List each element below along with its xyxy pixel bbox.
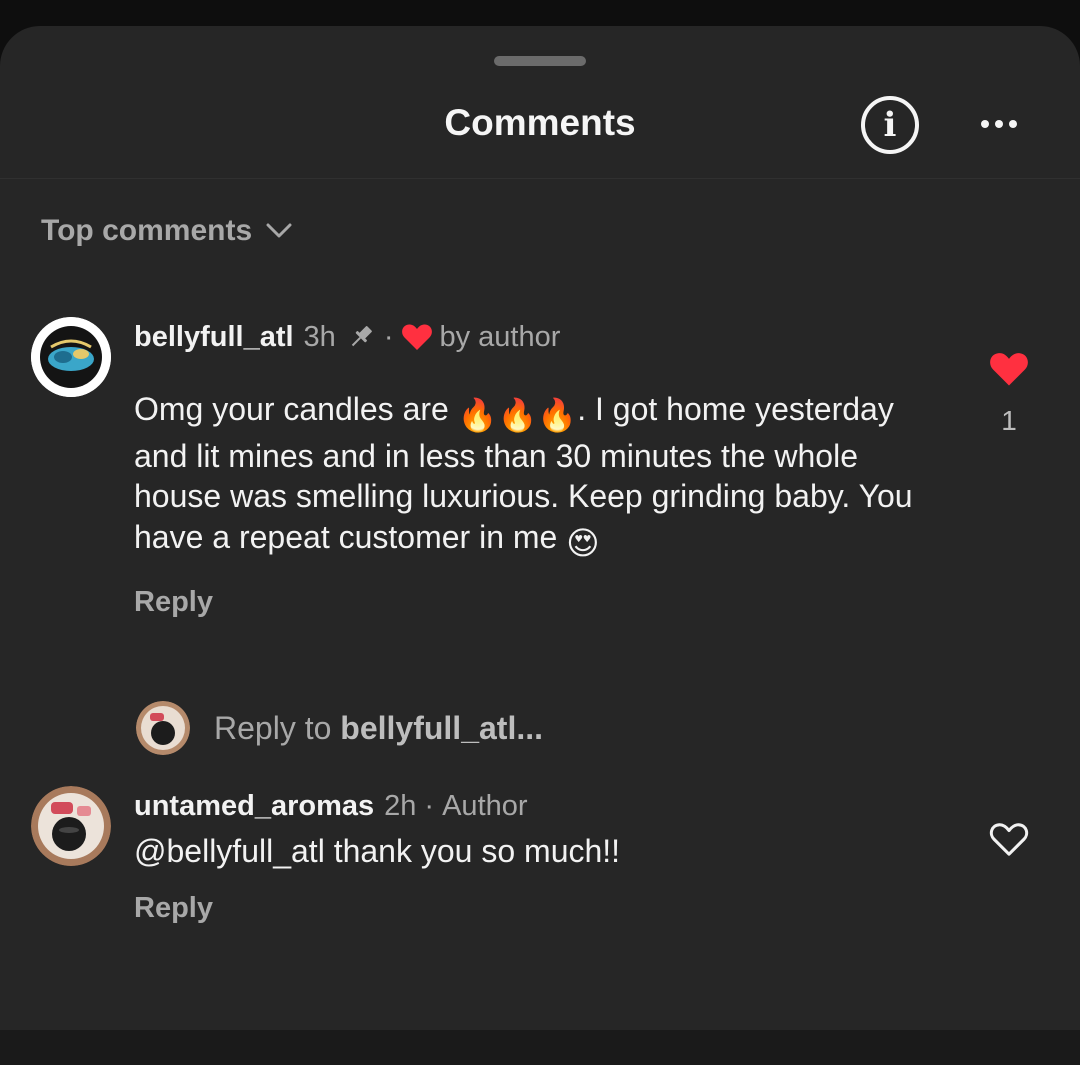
comment-text: @bellyfull_atl thank you so much!! — [134, 833, 621, 869]
heart-icon — [402, 324, 433, 350]
sort-label: Top comments — [41, 214, 253, 247]
timestamp: 3h — [303, 320, 336, 353]
reply-prompt-prefix: Reply to — [214, 709, 341, 746]
liked-by-author-label: by author — [439, 320, 561, 353]
avatar[interactable] — [31, 317, 111, 397]
username[interactable]: untamed_aromas — [134, 790, 374, 823]
username[interactable]: bellyfull_atl — [134, 321, 294, 354]
like-count[interactable]: 1 — [984, 405, 1034, 437]
comments-header: Comments i — [0, 86, 1080, 179]
separator-dot: · — [424, 789, 435, 822]
timestamp: 2h — [384, 789, 417, 822]
like-column: 1 — [984, 350, 1034, 437]
current-user-avatar — [136, 701, 190, 755]
avatar[interactable] — [31, 786, 111, 866]
heart-outline-icon[interactable] — [988, 820, 1030, 858]
fire-emoji: 🔥🔥🔥 — [457, 397, 578, 433]
author-badge: Author — [442, 789, 528, 822]
comment-meta: untamed_aromas 2h · Author — [134, 786, 528, 826]
more-horizontal-icon[interactable] — [974, 106, 1024, 142]
comment-text-part: Omg your candles are — [134, 391, 458, 427]
reply-prompt[interactable]: Reply to bellyfull_atl... — [136, 701, 543, 755]
pin-icon — [351, 326, 372, 347]
separator-dot: · — [383, 320, 394, 353]
chevron-down-icon — [266, 223, 292, 238]
heart-eyes-emoji: 😍 — [566, 524, 600, 561]
reply-button[interactable]: Reply — [134, 892, 213, 925]
drag-handle[interactable] — [494, 56, 586, 66]
comments-sheet: Comments i Top comments bellyfull_atl 3h — [0, 26, 1080, 1030]
bottom-bar — [0, 1030, 1080, 1065]
comment-meta: bellyfull_atl 3h · by author — [134, 317, 560, 357]
reply-prompt-target: bellyfull_atl... — [340, 709, 543, 746]
comment-text: Omg your candles are 🔥🔥🔥. I got home yes… — [134, 389, 954, 563]
sort-dropdown[interactable]: Top comments — [41, 211, 292, 251]
reply-button[interactable]: Reply — [134, 586, 213, 619]
like-column — [984, 820, 1034, 863]
heart-filled-icon[interactable] — [988, 350, 1030, 388]
info-icon[interactable]: i — [861, 96, 919, 154]
